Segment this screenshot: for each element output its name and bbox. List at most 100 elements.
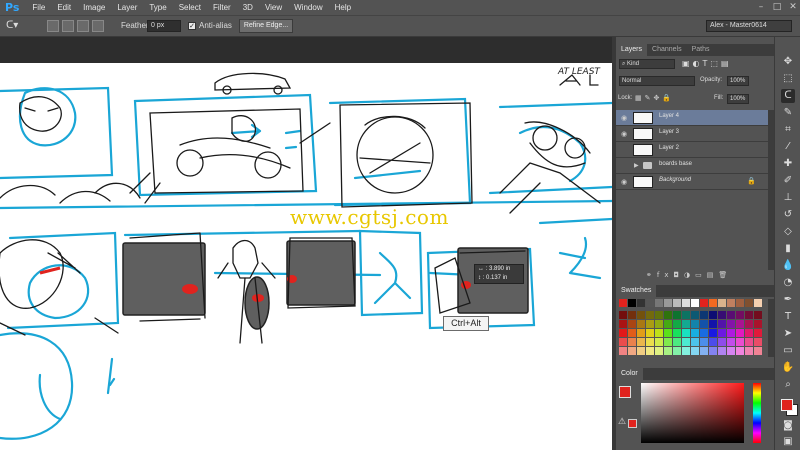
swatch[interactable] — [727, 299, 735, 307]
menu-filter[interactable]: Filter — [207, 3, 237, 12]
menu-edit[interactable]: Edit — [51, 3, 77, 12]
eye-icon[interactable]: ◉ — [620, 178, 628, 186]
swatch[interactable] — [736, 299, 744, 307]
swatch[interactable] — [700, 311, 708, 319]
swatch[interactable] — [637, 299, 645, 307]
swatch[interactable] — [718, 329, 726, 337]
swatch[interactable] — [655, 347, 663, 355]
rectangle-tool-icon[interactable]: ▭ — [781, 344, 795, 358]
swatch[interactable] — [628, 311, 636, 319]
swatch[interactable] — [646, 320, 654, 328]
swatch[interactable] — [745, 329, 753, 337]
swatch[interactable] — [718, 299, 726, 307]
swatch[interactable] — [691, 338, 699, 346]
swatch[interactable] — [655, 338, 663, 346]
layer-row-boards-base[interactable]: ▶ boards base — [616, 158, 768, 174]
quick-mask-icon[interactable]: ◙ — [781, 419, 795, 433]
swatch[interactable] — [754, 299, 762, 307]
swatch[interactable] — [718, 347, 726, 355]
layer-filter-icons[interactable]: ▣◐T⬚▤ — [682, 59, 732, 68]
swatch[interactable] — [691, 311, 699, 319]
swatch[interactable] — [637, 338, 645, 346]
eraser-tool-icon[interactable]: ◇ — [781, 225, 795, 239]
menu-image[interactable]: Image — [77, 3, 111, 12]
swatch[interactable] — [664, 320, 672, 328]
gradient-tool-icon[interactable]: ▮ — [781, 242, 795, 256]
swatch[interactable] — [664, 299, 672, 307]
swatch[interactable] — [664, 347, 672, 355]
swatch[interactable] — [691, 299, 699, 307]
swatch[interactable] — [646, 338, 654, 346]
swatch[interactable] — [745, 347, 753, 355]
tab-layers[interactable]: Layers — [616, 44, 648, 56]
swatch[interactable] — [682, 320, 690, 328]
swatch[interactable] — [709, 299, 717, 307]
swatch[interactable] — [700, 299, 708, 307]
swatch[interactable] — [736, 311, 744, 319]
layer-filter-select[interactable]: ⌕ Kind — [619, 59, 675, 69]
tab-color[interactable]: Color — [616, 368, 643, 380]
layer-row-layer-4[interactable]: ◉ Layer 4 — [616, 110, 768, 126]
fill-input[interactable]: 100% — [727, 94, 749, 104]
color-field[interactable] — [641, 383, 744, 443]
swatch[interactable] — [700, 329, 708, 337]
swatch[interactable] — [673, 347, 681, 355]
swatches-grid[interactable] — [616, 297, 768, 359]
layer-row-background[interactable]: ◉ Background 🔒 — [616, 174, 768, 190]
swatch[interactable] — [664, 338, 672, 346]
zoom-tool-icon[interactable]: ⌕ — [781, 378, 795, 392]
layer-row-layer-2[interactable]: Layer 2 — [616, 142, 768, 158]
dodge-tool-icon[interactable]: ◔ — [781, 276, 795, 290]
swatch[interactable] — [673, 338, 681, 346]
swatch[interactable] — [736, 329, 744, 337]
pen-tool-icon[interactable]: ✒ — [781, 293, 795, 307]
swatch[interactable] — [619, 311, 627, 319]
swatch[interactable] — [682, 338, 690, 346]
swatch[interactable] — [637, 320, 645, 328]
screen-mode-icon[interactable]: ▣ — [781, 435, 795, 449]
marquee-tool-icon[interactable]: ⬚ — [781, 72, 795, 86]
menu-file[interactable]: File — [26, 3, 51, 12]
swatch[interactable] — [727, 329, 735, 337]
swatch[interactable] — [646, 347, 654, 355]
swatch[interactable] — [637, 311, 645, 319]
swatch[interactable] — [628, 347, 636, 355]
swatch[interactable] — [619, 329, 627, 337]
swatch[interactable] — [628, 338, 636, 346]
healing-brush-tool-icon[interactable]: ✚ — [781, 157, 795, 171]
eye-icon[interactable]: ◉ — [620, 114, 628, 122]
eye-hidden-icon[interactable] — [620, 162, 628, 170]
swatch[interactable] — [727, 338, 735, 346]
quick-selection-tool-icon[interactable]: ✎ — [781, 106, 795, 120]
maximize-icon[interactable]: □ — [770, 0, 784, 14]
swatch[interactable] — [709, 320, 717, 328]
swatch[interactable] — [628, 320, 636, 328]
swatch[interactable] — [754, 347, 762, 355]
minimize-icon[interactable]: – — [754, 0, 768, 14]
crop-tool-icon[interactable]: ⌗ — [781, 123, 795, 137]
clone-stamp-tool-icon[interactable]: ⊥ — [781, 191, 795, 205]
swatch[interactable] — [628, 329, 636, 337]
swatch[interactable] — [736, 320, 744, 328]
document-canvas[interactable]: www.cgtsj.com AT LEAST ↔ : 3.890 in ↕ : … — [0, 63, 612, 450]
swatch[interactable] — [718, 311, 726, 319]
swatch[interactable] — [655, 320, 663, 328]
brush-tool-icon[interactable]: ✐ — [781, 174, 795, 188]
hand-tool-icon[interactable]: ✋ — [781, 361, 795, 375]
layers-bottom-toolbar[interactable]: ⚭fx◘◑▭▤🗑 — [646, 271, 732, 279]
swatch[interactable] — [637, 347, 645, 355]
swatch[interactable] — [619, 338, 627, 346]
eye-icon[interactable]: ◉ — [620, 130, 628, 138]
menu-help[interactable]: Help — [329, 3, 357, 12]
swatch[interactable] — [745, 320, 753, 328]
intersect-selection-icon[interactable] — [92, 20, 104, 32]
swatch[interactable] — [682, 329, 690, 337]
swatch[interactable] — [637, 329, 645, 337]
swatch[interactable] — [754, 311, 762, 319]
new-selection-icon[interactable] — [47, 20, 59, 32]
swatch[interactable] — [736, 338, 744, 346]
swatch[interactable] — [619, 320, 627, 328]
menu-3d[interactable]: 3D — [237, 3, 259, 12]
swatch[interactable] — [709, 329, 717, 337]
swatch[interactable] — [646, 329, 654, 337]
